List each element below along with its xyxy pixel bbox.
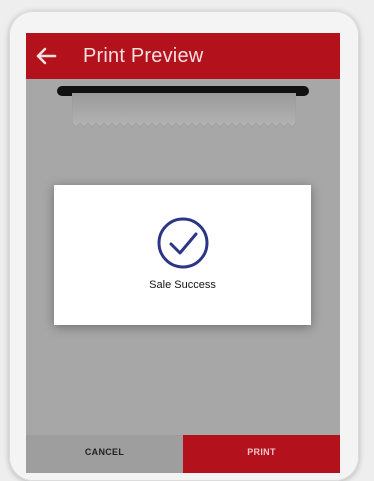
- app-bar: Print Preview: [26, 33, 340, 79]
- cancel-button[interactable]: CANCEL: [26, 435, 183, 473]
- check-circle-icon: [157, 217, 208, 269]
- bottom-actions: CANCEL PRINT: [26, 435, 340, 473]
- print-button[interactable]: PRINT: [183, 435, 340, 473]
- back-button[interactable]: [26, 33, 66, 79]
- success-dialog: Sale Success: [54, 185, 311, 325]
- success-message: Sale Success: [149, 279, 216, 291]
- receipt-paper: [72, 93, 296, 128]
- app-screen: Print Preview Sale Success CANCEL PRINT: [26, 33, 340, 473]
- arrow-left-icon: [36, 47, 57, 65]
- page-title: Print Preview: [83, 44, 204, 67]
